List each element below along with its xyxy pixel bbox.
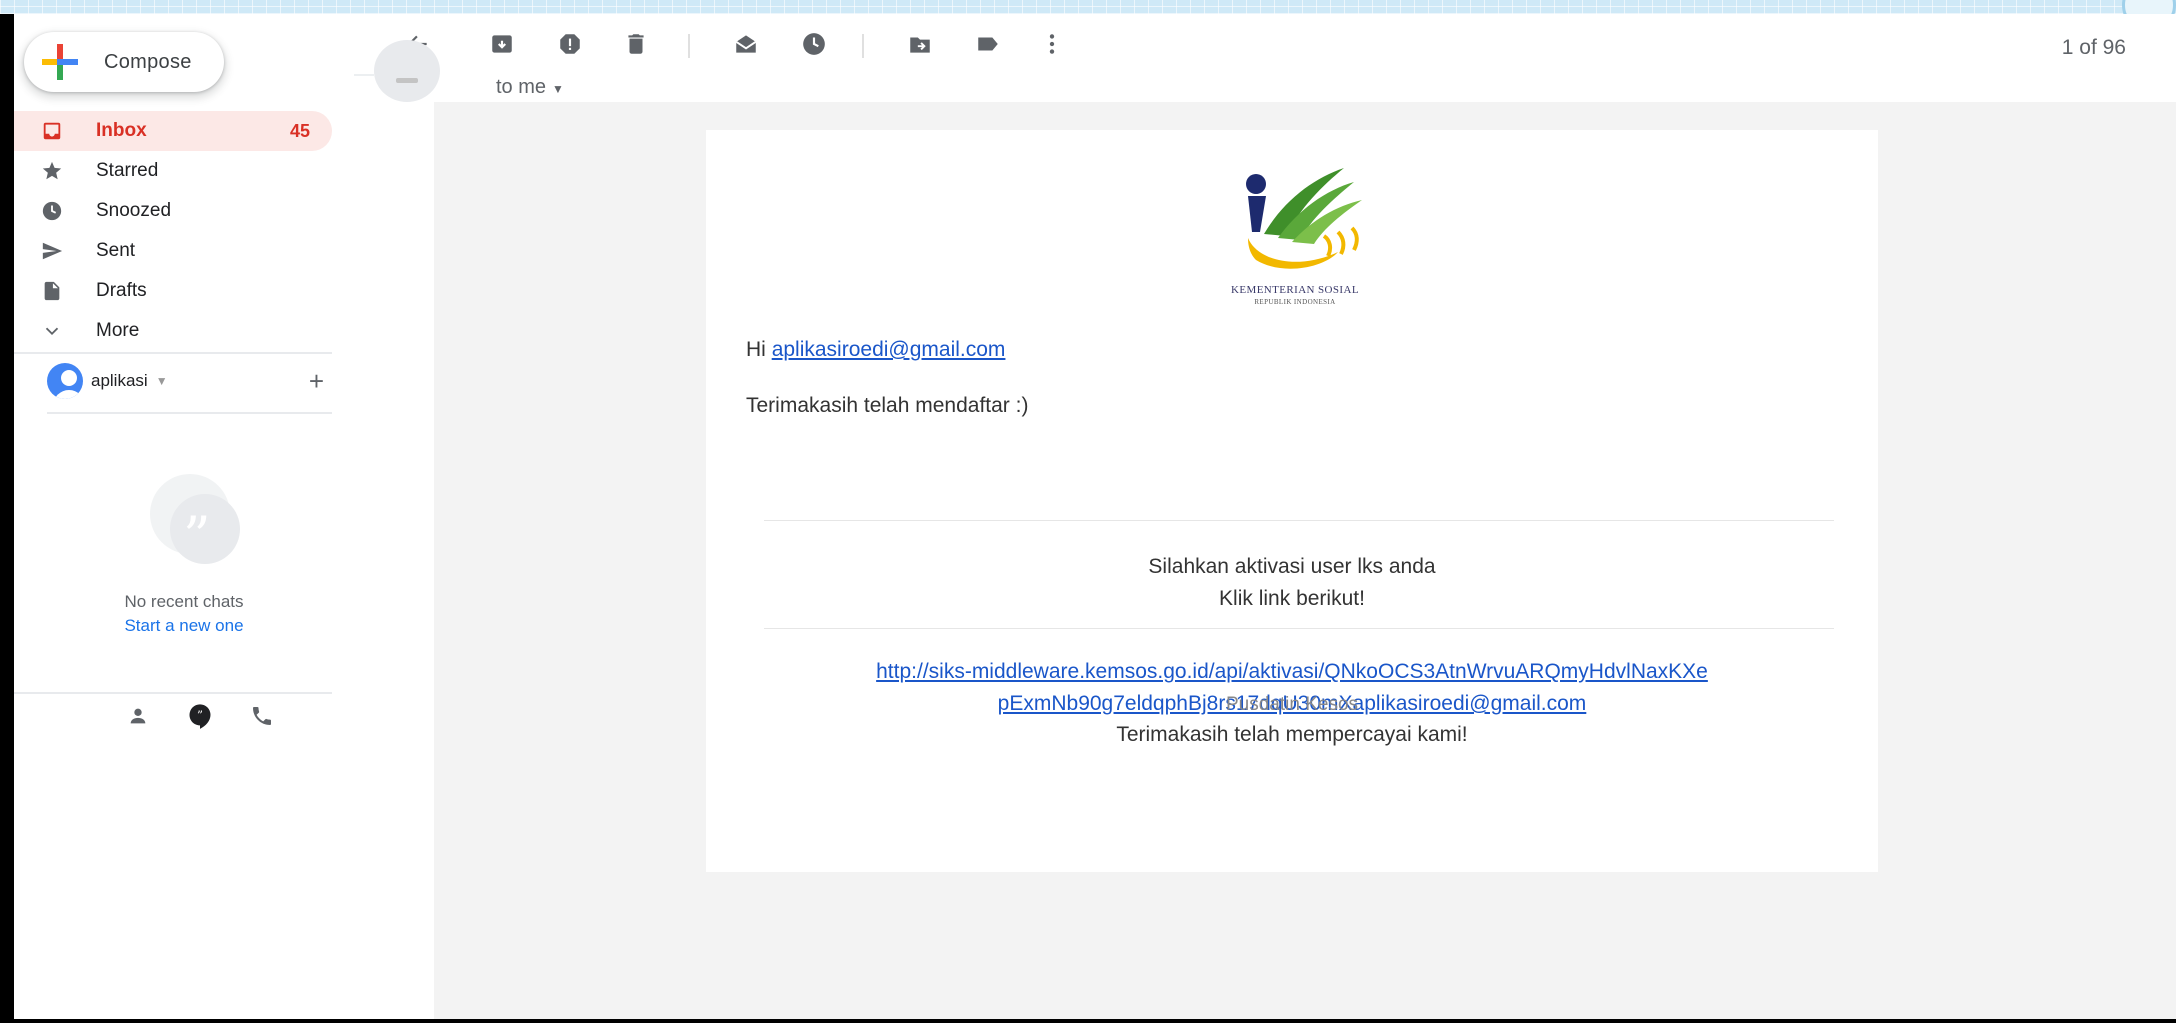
clock-icon xyxy=(36,195,68,227)
instruction-line-2: Klik link berikut! xyxy=(1219,587,1365,610)
sidebar-item-inbox[interactable]: Inbox 45 xyxy=(14,111,332,151)
logo-line-2: REPUBLIK INDONESIA xyxy=(1254,298,1336,306)
sidebar-item-label: Sent xyxy=(96,240,136,261)
email-footer: Pusdatin Kesos xyxy=(1225,694,1359,715)
phone-icon[interactable] xyxy=(246,700,278,732)
kemensos-logo-icon xyxy=(1246,168,1362,269)
sidebar-item-snoozed[interactable]: Snoozed xyxy=(14,191,332,231)
avatar xyxy=(47,363,83,399)
screen-top-band xyxy=(0,0,2176,32)
instruction-line-1: Silahkan aktivasi user lks anda xyxy=(1148,555,1436,578)
caret-down-icon: ▼ xyxy=(155,374,168,388)
email-card: KEMENTERIAN SOSIAL REPUBLIK INDONESIA Hi… xyxy=(706,130,1878,872)
closing-text: Terimakasih telah mempercayai kami! xyxy=(1116,723,1468,746)
compose-plus-icon xyxy=(42,44,78,80)
recipient-label: to me xyxy=(496,76,547,98)
logo-line-1: KEMENTERIAN SOSIAL xyxy=(1231,284,1359,296)
inbox-icon xyxy=(36,115,68,147)
sidebar-item-label: More xyxy=(96,320,140,341)
content-divider xyxy=(764,520,1834,521)
chat-icon[interactable]: ” xyxy=(184,700,216,732)
sidebar-item-label: Inbox xyxy=(96,120,147,141)
delete-icon[interactable] xyxy=(620,28,652,60)
sidebar-item-more[interactable]: More xyxy=(14,311,332,351)
sidebar-item-drafts[interactable]: Drafts xyxy=(14,271,332,311)
sidebar-item-starred[interactable]: Starred xyxy=(14,151,332,191)
account-name: aplikasi xyxy=(91,371,148,390)
report-spam-icon[interactable] xyxy=(554,28,586,60)
archive-icon[interactable] xyxy=(486,28,518,60)
toolbar-separator xyxy=(862,34,864,58)
caret-down-icon: ▼ xyxy=(552,82,564,96)
more-vert-icon[interactable] xyxy=(1036,28,1068,60)
add-contact-button[interactable]: + xyxy=(309,366,324,397)
label-icon[interactable] xyxy=(972,28,1004,60)
snooze-clock-icon[interactable] xyxy=(798,28,830,60)
sidebar-item-label: Snoozed xyxy=(96,200,172,221)
compose-label: Compose xyxy=(104,50,192,73)
hangouts-account[interactable]: aplikasi ▼ + xyxy=(47,354,332,408)
kemensos-logo: KEMENTERIAN SOSIAL REPUBLIK INDONESIA xyxy=(1204,166,1386,306)
hangouts-bottom-bar: ” xyxy=(122,700,278,732)
mark-unread-icon[interactable] xyxy=(730,28,762,60)
gmail-window: Compose Inbox 45 Starred Snoozed Sent Dr… xyxy=(14,14,2176,1019)
activation-link-line-1[interactable]: http://siks-middleware.kemsos.go.id/api/… xyxy=(706,660,1878,684)
send-icon xyxy=(36,235,68,267)
sidebar-nav: Inbox 45 Starred Snoozed Sent Drafts Mor… xyxy=(14,111,332,351)
thanks-register-text: Terimakasih telah mendaftar :) xyxy=(746,394,1029,417)
toolbar-separator xyxy=(688,34,690,58)
sidebar-divider xyxy=(14,692,332,694)
sidebar-divider xyxy=(47,412,332,414)
sender-avatar xyxy=(374,40,440,102)
sidebar-item-label: Drafts xyxy=(96,280,147,301)
compose-button[interactable]: Compose xyxy=(24,32,224,92)
sidebar-item-sent[interactable]: Sent xyxy=(14,231,332,271)
no-chats-text: No recent chats xyxy=(124,592,244,611)
greeting-text: Hi xyxy=(746,338,766,361)
chevron-down-icon xyxy=(36,315,68,347)
greeting: Hi aplikasiroedi@gmail.com xyxy=(746,338,1005,362)
star-icon xyxy=(36,155,68,187)
sidebar: Compose Inbox 45 Starred Snoozed Sent Dr… xyxy=(14,14,354,1019)
recipient-details[interactable]: to me ▼ xyxy=(496,76,564,99)
contacts-icon[interactable] xyxy=(122,700,154,732)
inbox-unread-count: 45 xyxy=(289,120,310,141)
move-to-folder-icon[interactable] xyxy=(904,28,936,60)
activation-link[interactable]: http://siks-middleware.kemsos.go.id/api/… xyxy=(876,660,1708,683)
sidebar-item-label: Starred xyxy=(96,160,159,181)
greeting-email-link[interactable]: aplikasiroedi@gmail.com xyxy=(772,338,1006,361)
pagination-count: 1 of 96 xyxy=(2061,36,2126,59)
start-new-chat-link[interactable]: Start a new one xyxy=(14,616,354,636)
draft-icon xyxy=(36,275,68,307)
svg-text:”: ” xyxy=(197,709,203,723)
content-divider xyxy=(764,628,1834,629)
message-toolbar: 1 of 96 xyxy=(354,14,2176,76)
hangouts-quote-icon: ” xyxy=(150,474,240,564)
